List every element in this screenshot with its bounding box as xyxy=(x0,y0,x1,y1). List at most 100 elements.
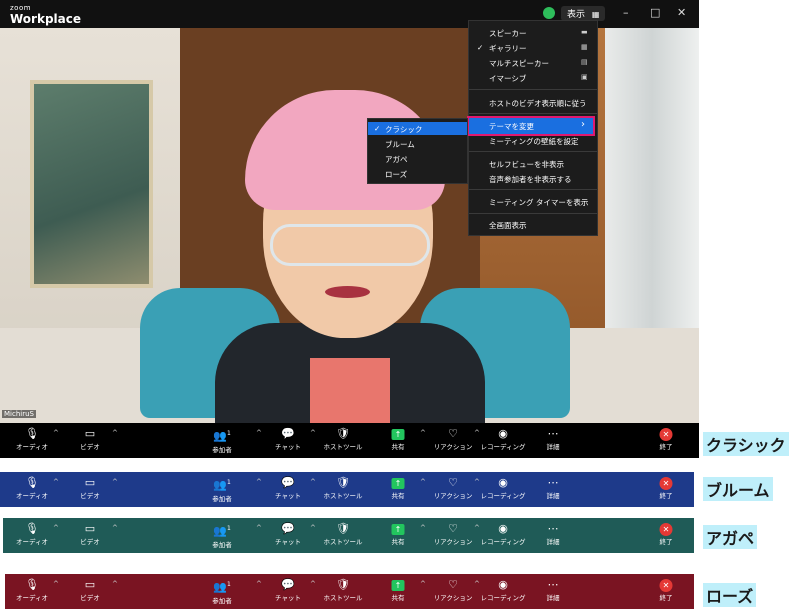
chat-caret-icon[interactable]: ^ xyxy=(310,524,316,532)
audio-caret-icon[interactable]: ^ xyxy=(53,524,59,532)
minimize-button[interactable]: – xyxy=(623,6,629,19)
end-button[interactable]: ✕ 終了 xyxy=(659,522,673,546)
more-button[interactable]: ⋯ 詳細 xyxy=(547,578,560,602)
participants-caret-icon[interactable]: ^ xyxy=(256,478,262,486)
reactions-icon: ♡ xyxy=(448,476,458,489)
close-window-button[interactable]: ✕ xyxy=(677,6,686,19)
share-caret-icon[interactable]: ^ xyxy=(420,429,426,437)
end-label: 終了 xyxy=(659,443,673,451)
reactions-button[interactable]: ♡ リアクション xyxy=(434,578,473,602)
menu-divider xyxy=(469,89,597,90)
menu-item-gallery[interactable]: ギャラリー xyxy=(489,43,527,54)
video-button[interactable]: ▭ ビデオ xyxy=(80,476,100,500)
share-button[interactable]: ↑ 共有 xyxy=(391,522,405,546)
participants-button[interactable]: 👥1 参加者 xyxy=(212,476,232,503)
audio-button[interactable]: 🎙 オーディオ xyxy=(16,522,48,546)
chat-icon: 💬 xyxy=(281,427,295,440)
participants-label: 参加者 xyxy=(212,494,232,503)
view-button[interactable]: 表示 ▦ xyxy=(561,6,606,21)
more-icon: ⋯ xyxy=(547,427,559,440)
chat-caret-icon[interactable]: ^ xyxy=(310,580,316,588)
participants-button[interactable]: 👥1 参加者 xyxy=(212,578,232,605)
chat-caret-icon[interactable]: ^ xyxy=(310,478,316,486)
end-button[interactable]: ✕ 終了 xyxy=(659,578,673,602)
reactions-caret-icon[interactable]: ^ xyxy=(474,524,480,532)
toolbar-3: 🎙 オーディオ ^ ▭ ビデオ ^ 👥1 参加者 ^ 💬 チャット ^ 🛡 ホストツール ↑ 共有 ^ ♡ リアクシ… xyxy=(3,518,694,553)
video-caret-icon[interactable]: ^ xyxy=(112,478,118,486)
reactions-caret-icon[interactable]: ^ xyxy=(474,429,480,437)
audio-icon: 🎙 xyxy=(25,522,39,535)
host-tools-button[interactable]: 🛡 ホストツール xyxy=(324,522,363,546)
shield-icon[interactable] xyxy=(543,7,555,19)
more-button[interactable]: ⋯ 詳細 xyxy=(547,522,560,546)
menu-item-immersive[interactable]: イマーシブ xyxy=(489,73,526,84)
end-button[interactable]: ✕ 終了 xyxy=(659,427,673,451)
menu-item-multi-speaker[interactable]: マルチスピーカー xyxy=(489,58,549,69)
chat-button[interactable]: 💬 チャット xyxy=(275,476,301,500)
menu-item-hide-self-view[interactable]: セルフビューを非表示 xyxy=(489,159,564,170)
share-button[interactable]: ↑ 共有 xyxy=(391,427,405,451)
video-label: ビデオ xyxy=(80,594,100,602)
more-button[interactable]: ⋯ 詳細 xyxy=(547,427,560,451)
maximize-button[interactable]: □ xyxy=(650,6,660,19)
recording-button[interactable]: ◉ レコーディング xyxy=(480,427,525,451)
chat-button[interactable]: 💬 チャット xyxy=(275,427,301,451)
video-caret-icon[interactable]: ^ xyxy=(112,580,118,588)
chat-caret-icon[interactable]: ^ xyxy=(310,429,316,437)
theme-option-classic[interactable]: クラシック xyxy=(385,124,422,135)
theme-option-rose[interactable]: ローズ xyxy=(385,169,407,180)
menu-divider xyxy=(469,213,597,214)
audio-button[interactable]: 🎙 オーディオ xyxy=(16,427,48,451)
reactions-caret-icon[interactable]: ^ xyxy=(474,580,480,588)
reactions-button[interactable]: ♡ リアクション xyxy=(434,476,473,500)
recording-button[interactable]: ◉ レコーディング xyxy=(480,578,525,602)
audio-button[interactable]: 🎙 オーディオ xyxy=(16,578,48,602)
gallery-view-icon: ▦ xyxy=(581,43,588,51)
reactions-button[interactable]: ♡ リアクション xyxy=(434,522,473,546)
audio-caret-icon[interactable]: ^ xyxy=(53,429,59,437)
audio-button[interactable]: 🎙 オーディオ xyxy=(16,476,48,500)
audio-caret-icon[interactable]: ^ xyxy=(53,478,59,486)
menu-item-hide-audio-participants[interactable]: 音声参加者を非表示する xyxy=(489,174,572,185)
audio-caret-icon[interactable]: ^ xyxy=(53,580,59,588)
toolbar-1: 🎙 オーディオ ^ ▭ ビデオ ^ 👥1 参加者 ^ 💬 チャット ^ 🛡 ホストツール ↑ 共有 ^ ♡ リアクシ… xyxy=(0,423,699,458)
share-button[interactable]: ↑ 共有 xyxy=(391,476,405,500)
chat-button[interactable]: 💬 チャット xyxy=(275,522,301,546)
reactions-caret-icon[interactable]: ^ xyxy=(474,478,480,486)
participants-caret-icon[interactable]: ^ xyxy=(256,429,262,437)
theme-option-bloom[interactable]: ブルーム xyxy=(385,139,415,150)
share-caret-icon[interactable]: ^ xyxy=(420,524,426,532)
host-tools-button[interactable]: 🛡 ホストツール xyxy=(324,578,363,602)
more-label: 詳細 xyxy=(546,594,560,602)
wall-painting xyxy=(30,80,153,288)
menu-item-speaker[interactable]: スピーカー xyxy=(489,28,527,39)
audio-label: オーディオ xyxy=(15,594,49,602)
participants-button[interactable]: 👥1 参加者 xyxy=(212,522,232,549)
video-button[interactable]: ▭ ビデオ xyxy=(80,522,100,546)
recording-button[interactable]: ◉ レコーディング xyxy=(480,522,525,546)
participants-button[interactable]: 👥1 参加者 xyxy=(212,427,232,454)
menu-item-follow-host-order[interactable]: ホストのビデオ表示順に従う xyxy=(489,98,587,109)
theme-option-agape[interactable]: アガペ xyxy=(385,154,408,165)
video-button[interactable]: ▭ ビデオ xyxy=(80,578,100,602)
share-caret-icon[interactable]: ^ xyxy=(420,478,426,486)
video-button[interactable]: ▭ ビデオ xyxy=(80,427,100,451)
menu-item-fullscreen[interactable]: 全画面表示 xyxy=(489,220,527,231)
reactions-button[interactable]: ♡ リアクション xyxy=(434,427,473,451)
participants-caret-icon[interactable]: ^ xyxy=(256,524,262,532)
menu-item-set-wallpaper[interactable]: ミーティングの壁紙を設定 xyxy=(489,136,579,147)
host-tools-button[interactable]: 🛡 ホストツール xyxy=(324,476,363,500)
menu-item-show-meeting-timer[interactable]: ミーティング タイマーを表示 xyxy=(489,197,588,208)
more-button[interactable]: ⋯ 詳細 xyxy=(547,476,560,500)
recording-button[interactable]: ◉ レコーディング xyxy=(480,476,525,500)
video-caret-icon[interactable]: ^ xyxy=(112,524,118,532)
participants-caret-icon[interactable]: ^ xyxy=(256,580,262,588)
video-caret-icon[interactable]: ^ xyxy=(112,429,118,437)
share-button[interactable]: ↑ 共有 xyxy=(391,578,405,602)
chat-label: チャット xyxy=(275,492,301,500)
end-button[interactable]: ✕ 終了 xyxy=(659,476,673,500)
share-caret-icon[interactable]: ^ xyxy=(420,580,426,588)
host-tools-button[interactable]: 🛡 ホストツール xyxy=(324,427,363,451)
chat-button[interactable]: 💬 チャット xyxy=(275,578,301,602)
menu-item-change-theme[interactable]: テーマを変更 xyxy=(489,121,534,132)
